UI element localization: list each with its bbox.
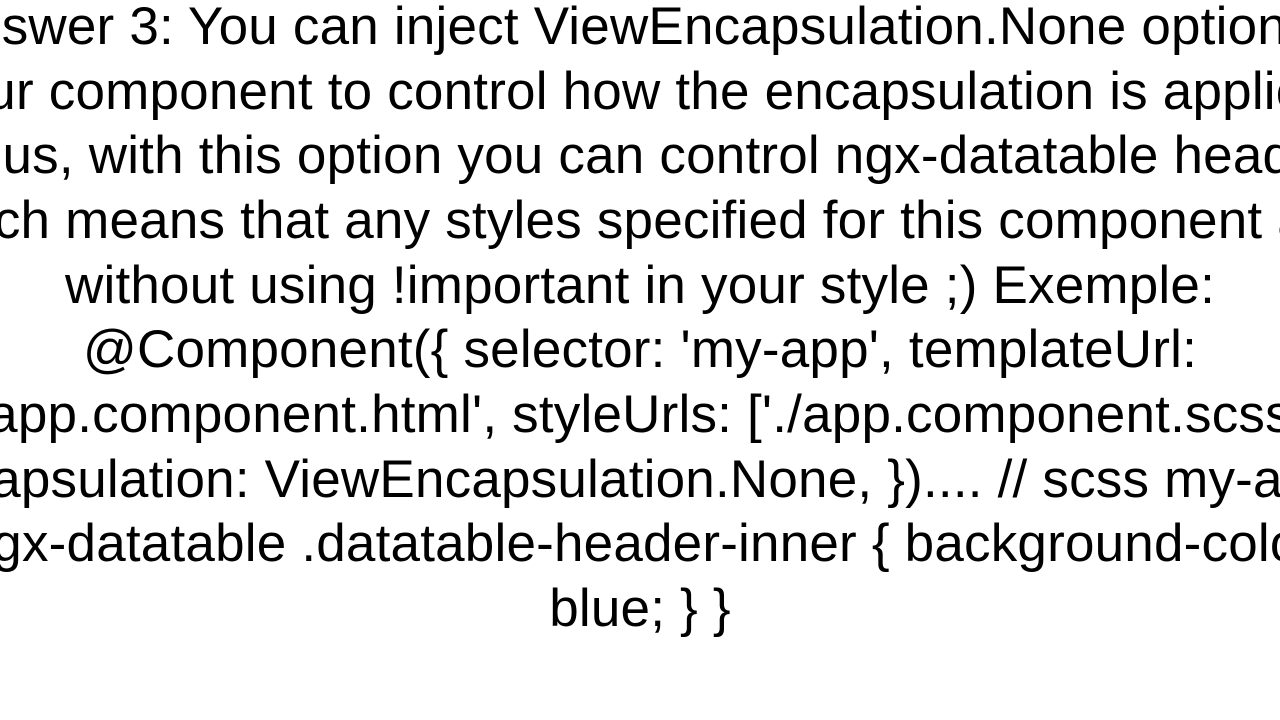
answer-text-block: Answer 3: You can inject ViewEncapsulati… (0, 0, 1280, 642)
answer-body: Answer 3: You can inject ViewEncapsulati… (0, 0, 1280, 638)
